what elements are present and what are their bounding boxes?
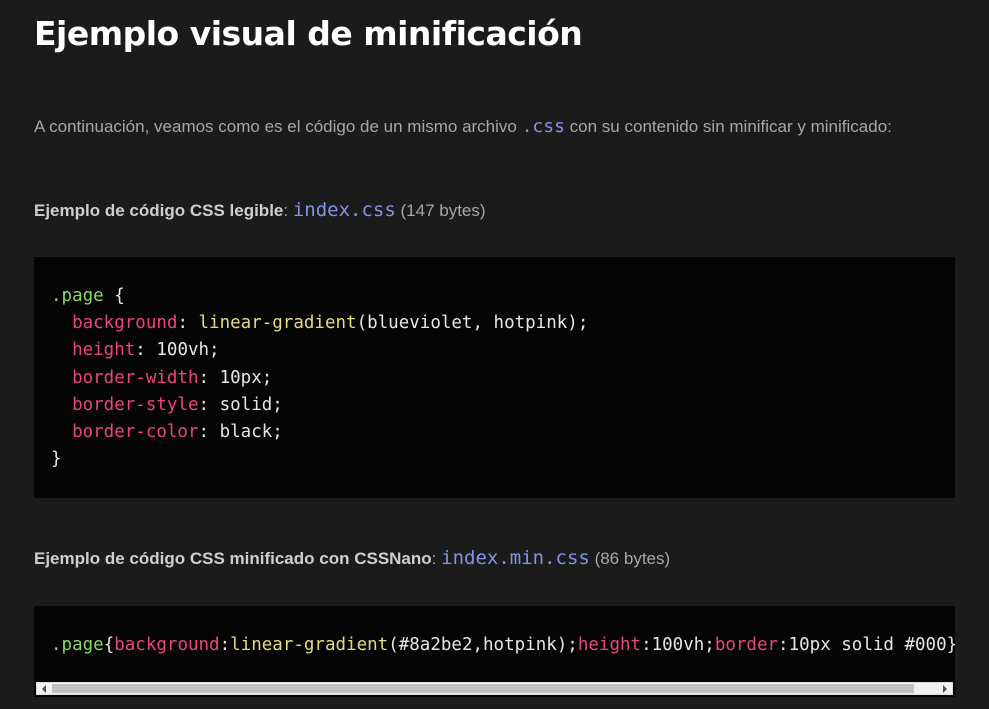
code-function: linear-gradient: [198, 313, 357, 334]
horizontal-scrollbar[interactable]: [36, 682, 953, 695]
example2-file-name: index.min.css: [441, 547, 590, 569]
example1-file-size: (147 bytes): [395, 201, 486, 220]
example2-file-size: (86 bytes): [589, 549, 671, 568]
code-colon: :: [177, 313, 199, 334]
min-code-value-height: :100vh;: [641, 635, 715, 655]
page-title: Ejemplo visual de minificación: [34, 14, 583, 53]
code-value-border-style: solid;: [219, 394, 283, 415]
example1-label: Ejemplo de código CSS legible: index.css…: [34, 199, 486, 221]
code-prop-height: height: [72, 340, 136, 361]
min-code-brace: {: [103, 635, 115, 655]
code-minified: .page{background:linear-gradient(#8a2be2…: [51, 632, 955, 659]
code-prop-border-width: border-width: [72, 367, 199, 388]
min-code-prop-height: height: [577, 635, 642, 655]
scrollbar-thumb[interactable]: [52, 684, 914, 693]
code-prop-border-color: border-color: [72, 422, 199, 443]
code-prop-background: background: [72, 313, 178, 334]
code-colon: :: [198, 394, 220, 415]
example1-label-title: Ejemplo de código CSS legible: [34, 201, 284, 220]
min-code-selector: .page: [51, 635, 104, 655]
code-open-brace: {: [103, 286, 125, 306]
code-colon: :: [135, 340, 157, 361]
intro-text-before: A continuación, veamos como es el código…: [34, 117, 522, 136]
code-prop-border-style: border-style: [72, 394, 199, 415]
code-colon: :: [198, 422, 220, 443]
min-code-function: linear-gradient: [230, 635, 389, 655]
scroll-left-arrow-icon[interactable]: [37, 683, 51, 694]
min-code-prop-background: background: [114, 635, 220, 655]
min-code-prop-border: border: [714, 635, 779, 655]
min-code-value-border: :10px solid #000}: [778, 635, 955, 655]
example2-label: Ejemplo de código CSS minificado con CSS…: [34, 547, 670, 569]
code-value-height: 100vh;: [156, 340, 220, 361]
intro-text-after: con su contenido sin minificar y minific…: [564, 117, 892, 136]
example2-label-title: Ejemplo de código CSS minificado con CSS…: [34, 549, 432, 568]
code-function-args: (blueviolet, hotpink);: [356, 313, 589, 334]
example1-separator: :: [283, 201, 293, 220]
code-block-readable: .page { background: linear-gradient(blue…: [34, 257, 955, 498]
code-colon: :: [198, 367, 220, 388]
code-value-border-color: black;: [219, 422, 283, 443]
code-close-brace: }: [51, 449, 62, 470]
example2-separator: :: [431, 549, 442, 568]
min-code-colon: :: [219, 635, 231, 655]
scroll-right-arrow-icon[interactable]: [938, 683, 952, 694]
example1-file-name: index.css: [292, 199, 396, 221]
min-code-function-args: (#8a2be2,hotpink);: [388, 635, 578, 655]
code-value-border-width: 10px;: [219, 367, 273, 388]
code-selector: .page: [51, 286, 104, 306]
inline-code-css: .css: [521, 116, 565, 137]
code-readable: .page { background: linear-gradient(blue…: [51, 283, 588, 473]
intro-paragraph: A continuación, veamos como es el código…: [34, 114, 934, 140]
